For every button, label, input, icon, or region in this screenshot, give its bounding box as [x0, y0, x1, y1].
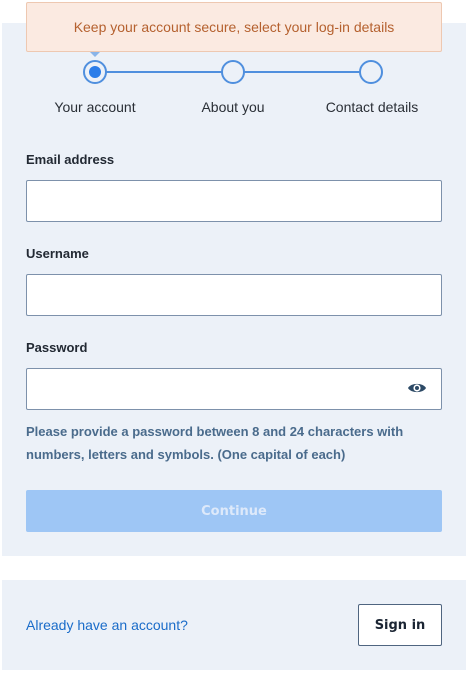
continue-button[interactable]: Continue [26, 490, 442, 532]
step-circle-your-account [83, 60, 107, 84]
step-label-your-account: Your account [54, 99, 136, 115]
step-label-contact-details: Contact details [325, 99, 419, 115]
username-label: Username [26, 246, 89, 261]
email-label: Email address [26, 152, 115, 167]
sign-in-button[interactable]: Sign in [358, 604, 442, 646]
already-have-account-link[interactable]: Already have an account? [26, 617, 188, 633]
password-input[interactable] [26, 368, 442, 410]
eye-icon[interactable] [407, 380, 427, 396]
info-tooltip: Keep your account secure, select your lo… [26, 2, 442, 52]
step-circle-contact-details [359, 60, 383, 84]
password-hint: Please provide a password between 8 and … [26, 424, 404, 462]
step-circle-about-you [221, 60, 245, 84]
username-input[interactable] [26, 274, 442, 316]
step-label-about-you: About you [201, 99, 265, 115]
password-label: Password [26, 340, 88, 355]
email-input[interactable] [26, 180, 442, 222]
